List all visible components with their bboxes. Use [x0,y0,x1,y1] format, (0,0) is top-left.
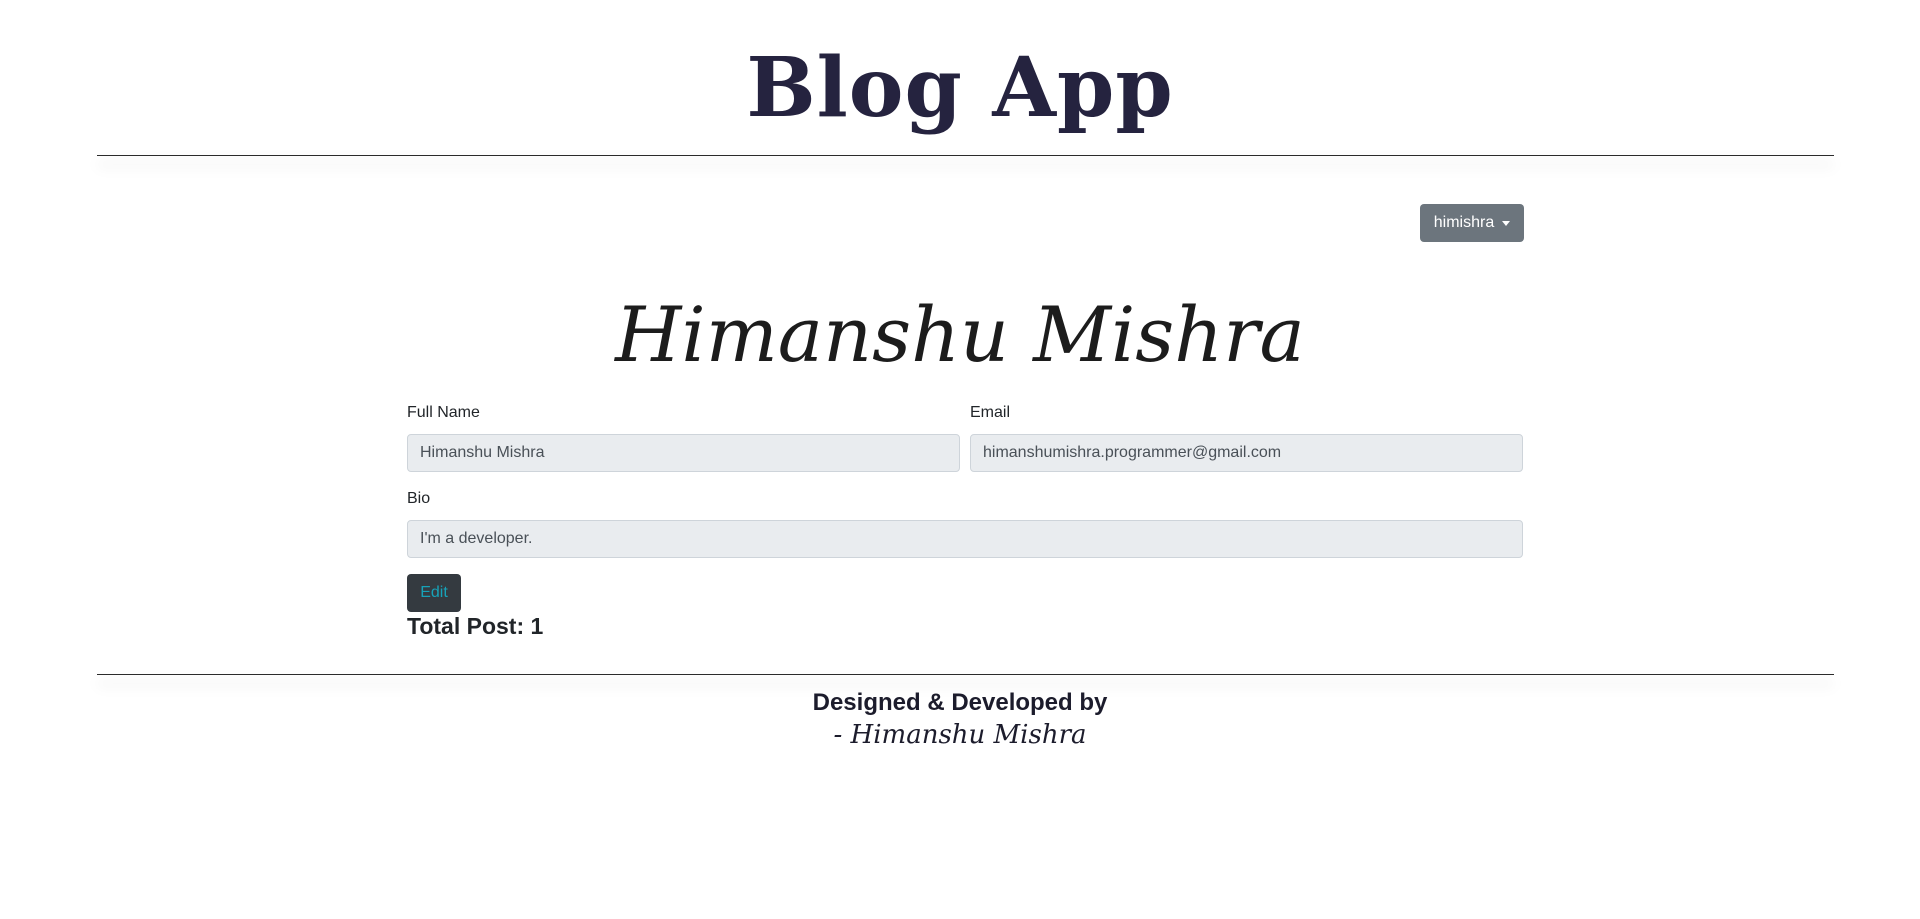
username-label: himishra [1433,214,1495,231]
bio-label: Bio [407,490,431,507]
footer-credit-heading: Designed & Developed by [812,689,1108,716]
profile-page: Blog App himishra Himanshu Mishra Full N… [0,0,1920,919]
bio-field[interactable]: I'm a developer. [407,520,1523,558]
user-menu-dropdown[interactable]: himishra [1420,204,1524,242]
profile-heading: Himanshu Mishra [615,290,1305,379]
total-post-count: Total Post: 1 [407,613,544,639]
site-title: Blog App [746,40,1174,136]
full-name-label: Full Name [407,404,480,421]
footer-credit-author: - Himanshu Mishra [833,720,1087,750]
caret-down-icon [1502,220,1511,226]
full-name-field[interactable]: Himanshu Mishra [407,434,960,472]
email-label: Email [970,404,1011,421]
email-field[interactable]: himanshumishra.programmer@gmail.com [970,434,1523,472]
footer-divider [97,674,1834,675]
header-divider [97,155,1834,156]
edit-button[interactable]: Edit [407,574,461,612]
